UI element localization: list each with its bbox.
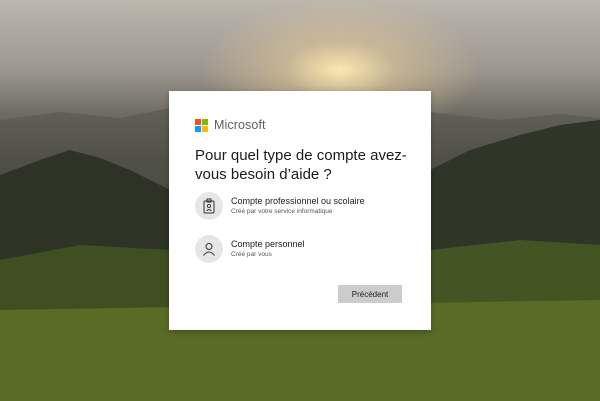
account-type-dialog: Microsoft Pour quel type de compte avez-… [169,91,431,330]
microsoft-logo-text: Microsoft [214,118,266,132]
work-school-account-option[interactable]: Compte professionnel ou scolaire Créé pa… [195,191,410,221]
personal-account-title: Compte personnel [231,239,305,249]
personal-account-subtitle: Créé par vous [231,251,272,258]
work-school-account-title: Compte professionnel ou scolaire [231,196,365,206]
microsoft-logo: Microsoft [195,118,266,132]
work-school-account-subtitle: Créé par votre service informatique [231,208,333,215]
personal-account-option[interactable]: Compte personnel Créé par vous [195,234,410,264]
dialog-title: Pour quel type de compte avez-vous besoi… [195,147,407,183]
person-icon [195,235,223,263]
back-button[interactable]: Précédent [338,285,402,303]
microsoft-logo-icon [195,118,208,132]
badge-icon [195,192,223,220]
